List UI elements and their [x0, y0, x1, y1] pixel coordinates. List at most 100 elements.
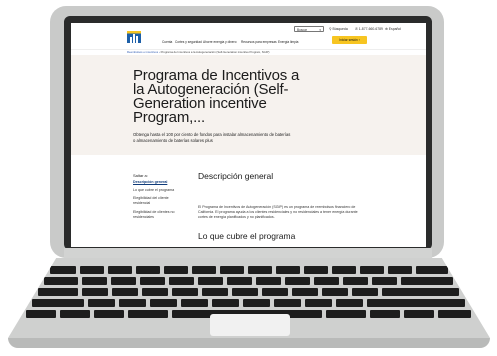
key — [314, 277, 339, 285]
key — [181, 299, 208, 307]
jump-link-coverage[interactable]: Lo que cubre el programa — [133, 188, 185, 193]
key — [367, 299, 465, 307]
key — [352, 288, 378, 296]
key — [212, 299, 239, 307]
key — [401, 277, 453, 285]
search-link[interactable]: ⚲ Búsqueda — [329, 27, 348, 31]
nav-item-cuenta[interactable]: Cuenta — [162, 40, 172, 44]
key — [372, 277, 397, 285]
key — [164, 266, 188, 274]
key — [111, 277, 136, 285]
key — [198, 277, 223, 285]
key — [112, 288, 138, 296]
key — [80, 266, 104, 274]
utility-logo-icon[interactable] — [127, 31, 141, 43]
key — [150, 299, 177, 307]
phone-link-label: 1-877-660-6789 — [358, 27, 383, 31]
key — [44, 277, 78, 285]
key — [326, 310, 366, 318]
key — [388, 266, 412, 274]
key — [26, 310, 56, 318]
key — [332, 266, 356, 274]
laptop-screen: Buscar ▾ ⚲ Búsqueda ✆ 1-877-660-6789 ⊕ E… — [71, 23, 426, 247]
chevron-down-icon: ▾ — [319, 28, 321, 32]
jump-to-heading: Saltar a: — [133, 173, 148, 178]
language-link-label: Español — [388, 27, 402, 31]
key — [232, 288, 258, 296]
key — [262, 288, 288, 296]
search-dropdown[interactable]: Buscar ▾ — [294, 26, 324, 32]
key — [142, 288, 168, 296]
key — [140, 277, 165, 285]
laptop-base-edge — [8, 338, 490, 348]
page-subtitle: Obtenga hasta el 100 por ciento de fondo… — [133, 132, 291, 143]
key — [305, 299, 332, 307]
search-dropdown-label: Buscar — [297, 28, 307, 32]
key — [169, 277, 194, 285]
sign-in-label: Iniciar sesión — [339, 38, 358, 42]
key — [370, 310, 400, 318]
breadcrumb-link[interactable]: Reembolsos e incentivos — [127, 50, 158, 54]
key — [304, 266, 328, 274]
key — [248, 266, 272, 274]
key — [192, 266, 216, 274]
page-title: Programa de Incentivos a la Autogeneraci… — [133, 67, 300, 126]
key — [108, 266, 132, 274]
key — [274, 299, 301, 307]
key — [227, 277, 252, 285]
key — [276, 266, 300, 274]
nav-item-ahorre[interactable]: Ahorre energía y dinero — [203, 40, 237, 44]
key — [60, 310, 90, 318]
keyboard-row-1 — [50, 266, 450, 274]
key — [336, 299, 363, 307]
key — [343, 277, 368, 285]
key — [82, 288, 108, 296]
globe-icon: ⊕ — [385, 27, 388, 31]
key — [243, 299, 270, 307]
phone-link[interactable]: ✆ 1-877-660-6789 — [355, 27, 383, 31]
key — [136, 266, 160, 274]
keyboard-row-2 — [44, 277, 454, 285]
key — [88, 299, 115, 307]
key — [172, 288, 198, 296]
language-link[interactable]: ⊕ Español — [385, 27, 401, 31]
nav-item-empresas[interactable]: Recursos para empresas — [241, 40, 277, 44]
phone-icon: ✆ — [355, 27, 358, 31]
key — [256, 277, 281, 285]
key — [119, 299, 146, 307]
search-link-label: Búsqueda — [332, 27, 348, 31]
key — [360, 266, 384, 274]
key — [416, 266, 448, 274]
key — [128, 310, 168, 318]
arrow-right-icon: › — [358, 38, 360, 42]
jump-link-residential[interactable]: Elegibilidad del cliente residencial — [133, 196, 185, 206]
trackpad — [210, 314, 290, 336]
laptop-hinge — [64, 248, 432, 258]
key — [38, 288, 78, 296]
key — [220, 266, 244, 274]
key — [94, 310, 124, 318]
keyboard-row-3 — [38, 288, 460, 296]
site-header: Buscar ▾ ⚲ Búsqueda ✆ 1-877-660-6789 ⊕ E… — [71, 23, 426, 50]
section-heading-coverage: Lo que cubre el programa — [198, 231, 296, 241]
nav-item-energia-limpia[interactable]: Energía limpia — [278, 40, 298, 44]
key — [50, 266, 76, 274]
key — [404, 310, 434, 318]
breadcrumb: Reembolsos e incentivos › Programa de In… — [127, 50, 269, 54]
nav-item-cortes[interactable]: Cortes y seguridad — [175, 40, 202, 44]
key — [322, 288, 348, 296]
key — [202, 288, 228, 296]
key — [382, 288, 459, 296]
jump-link-nonresidential[interactable]: Elegibilidad de clientes no residenciale… — [133, 210, 185, 220]
key — [285, 277, 310, 285]
sign-in-button[interactable]: Iniciar sesión › — [332, 36, 367, 44]
key — [438, 310, 471, 318]
jump-link-overview[interactable]: Descripción general — [133, 180, 185, 185]
section-heading-overview: Descripción general — [198, 171, 274, 181]
keyboard-row-4 — [32, 299, 466, 307]
key — [292, 288, 318, 296]
breadcrumb-current: Programa de Incentivos a la Autogeneraci… — [160, 50, 270, 54]
key — [32, 299, 84, 307]
key — [82, 277, 107, 285]
overview-paragraph: El Programa de Incentivos de Autogenerac… — [198, 205, 358, 219]
